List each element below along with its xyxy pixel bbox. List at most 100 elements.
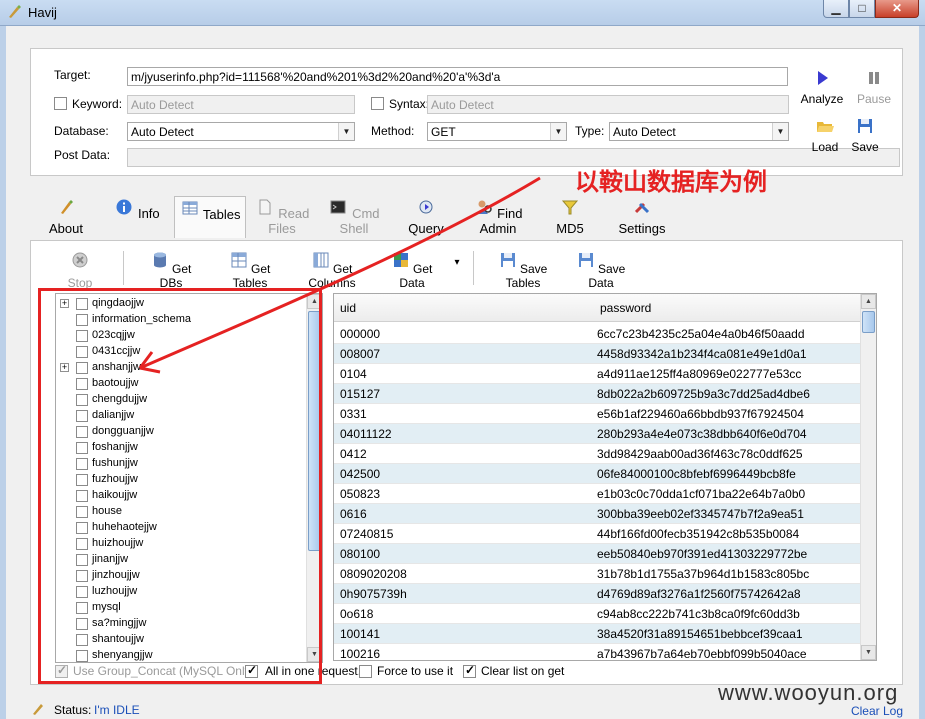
read-files-icon — [259, 199, 271, 215]
table-row[interactable]: 0104 a4d911ae125ff4a80969e022777e53cc — [334, 364, 860, 384]
columns-icon — [313, 252, 329, 268]
toolbar-separator — [473, 251, 474, 285]
table-row[interactable]: 050823 e1b03c0c70dda1cf071ba22e64b7a0b0 — [334, 484, 860, 504]
password-cell: 44bf166fd00fecb351942c8b535b0084 — [597, 527, 800, 541]
uid-cell: 100216 — [340, 647, 381, 661]
password-cell: eeb50840eb970f391ed41303229772be — [597, 547, 808, 561]
column-header-password[interactable]: password — [600, 301, 651, 315]
table-row[interactable]: 000000 6cc7c23b4235c25a04e4a0b46f50aadd — [334, 324, 860, 344]
password-cell: 300bba39eeb02ef3345747b7f2a9ea51 — [597, 507, 804, 521]
scroll-up-icon[interactable]: ▲ — [861, 294, 876, 309]
uid-cell: 04011122 — [340, 427, 392, 441]
uid-cell: 100141 — [340, 627, 381, 641]
table-row[interactable]: 0412 3dd98429aab00ad36f463c78c0ddf625 — [334, 444, 860, 464]
tab-read-files[interactable]: Read Files — [250, 196, 314, 238]
table-row[interactable]: 015127 8db022a2b609725b9a3c7dd25ad4dbe6 — [334, 384, 860, 404]
tab-find-admin[interactable]: Find Admin — [460, 196, 536, 238]
tab-cmd-shell[interactable]: Cmd Shell — [322, 196, 386, 238]
clear-log-link[interactable]: Clear Log — [851, 704, 903, 718]
close-button[interactable]: ✕ — [875, 0, 919, 18]
keyword-input[interactable]: Auto Detect — [127, 95, 355, 114]
database-select[interactable]: Auto Detect ▼ — [127, 122, 355, 141]
uid-cell: 000000 — [340, 327, 381, 341]
database-icon — [153, 252, 166, 268]
tab-tables[interactable]: Tables — [174, 196, 246, 238]
save-label: Save — [851, 140, 879, 154]
tab-label: About — [49, 221, 83, 236]
uid-cell: 0o618 — [340, 607, 374, 621]
save-data-button[interactable]: Save Data — [569, 249, 633, 290]
syntax-input[interactable]: Auto Detect — [427, 95, 789, 114]
uid-cell: 0104 — [340, 367, 367, 381]
title-bar: Havij ▁ □ ✕ — [0, 0, 925, 26]
table-row[interactable]: 0809020208 31b78b1d1755a37b964d1b1583c805… — [334, 564, 860, 584]
tab-md5[interactable]: MD5 — [550, 196, 590, 238]
scroll-thumb[interactable] — [862, 311, 875, 333]
type-select-value: Auto Detect — [613, 125, 676, 139]
method-select[interactable]: GET ▼ — [427, 122, 567, 141]
table-row[interactable]: 100141 38a4520f31a89154651bebbcef39caa1 — [334, 624, 860, 644]
table-grid-icon — [231, 252, 247, 268]
tab-settings[interactable]: Settings — [614, 196, 670, 238]
password-cell: c94ab8cc222b741c3b8ca0f9fc60dd3b — [597, 607, 800, 621]
save-button[interactable]: Save — [845, 117, 885, 154]
clear-list-checkbox[interactable] — [463, 663, 476, 678]
status-value: I'm IDLE — [94, 703, 140, 717]
table-row[interactable]: 080100 eeb50840eb970f391ed41303229772be — [334, 544, 860, 564]
tables-toolbar: Stop Get DBs Get Tables Get Columns Get … — [39, 249, 899, 290]
password-cell: 4458d93342a1b234f4ca081e49e1d0a1 — [597, 347, 807, 361]
keyword-label: Keyword: — [72, 97, 123, 111]
play-icon — [818, 71, 828, 85]
column-header-uid[interactable]: uid — [340, 301, 356, 315]
analyze-button[interactable]: Analyze — [799, 69, 845, 106]
type-select[interactable]: Auto Detect ▼ — [609, 122, 789, 141]
minimize-button[interactable]: ▁ — [823, 0, 849, 18]
tables-icon — [182, 201, 198, 215]
table-row[interactable]: 008007 4458d93342a1b234f4ca081e49e1d0a1 — [334, 344, 860, 364]
keyword-checkbox[interactable] — [54, 97, 67, 110]
about-icon — [61, 200, 73, 214]
syntax-label: Syntax: — [389, 97, 430, 111]
table-row[interactable]: 0616 300bba39eeb02ef3345747b7f2a9ea51 — [334, 504, 860, 524]
load-button[interactable]: Load — [805, 117, 845, 154]
grid-scrollbar[interactable]: ▲ ▼ — [860, 294, 876, 660]
syntax-checkbox[interactable] — [371, 97, 384, 110]
table-row[interactable]: 0331 e56b1af229460a66bbdb937f67924504 — [334, 404, 860, 424]
tab-query[interactable]: Query — [404, 196, 448, 238]
table-row[interactable]: 100216 a7b43967b7a64eb70ebbf099b5040ace — [334, 644, 860, 661]
type-label: Type: — [575, 124, 605, 138]
target-url-input[interactable]: m/jyuserinfo.php?id=111568'%20and%201%3d… — [127, 67, 788, 86]
get-columns-button[interactable]: Get Columns — [293, 249, 371, 290]
find-admin-icon — [475, 200, 492, 214]
force-label: Force to use it — [377, 664, 454, 678]
status-icon — [33, 704, 43, 715]
password-cell: 6cc7c23b4235c25a04e4a0b46f50aadd — [597, 327, 805, 341]
tab-about[interactable]: About — [40, 196, 92, 238]
force-checkbox[interactable] — [359, 665, 372, 678]
scroll-down-icon[interactable]: ▼ — [861, 645, 876, 660]
table-row[interactable]: 07240815 44bf166fd00fecb351942c8b535b0084 — [334, 524, 860, 544]
pause-button[interactable]: Pause — [851, 69, 897, 106]
stop-icon — [72, 252, 88, 268]
get-data-dropdown[interactable]: ▾ — [449, 257, 465, 268]
postdata-input[interactable] — [127, 148, 900, 167]
tab-info[interactable]: Info — [112, 196, 162, 238]
uid-cell: 0809020208 — [340, 567, 407, 581]
chevron-down-icon: ▼ — [550, 123, 566, 140]
database-select-value: Auto Detect — [131, 125, 194, 139]
get-data-button[interactable]: Get Data — [383, 249, 441, 290]
table-row[interactable]: 0o618 c94ab8cc222b741c3b8ca0f9fc60dd3b — [334, 604, 860, 624]
table-row[interactable]: 042500 06fe84000100c8bfebf6996449bcb8fe — [334, 464, 860, 484]
data-icon — [393, 253, 408, 267]
table-row[interactable]: 04011122 280b293a4e4e073c38dbb640f6e0d704 — [334, 424, 860, 444]
save-tables-button[interactable]: Save Tables — [483, 249, 563, 290]
data-grid[interactable]: uid password 000000 6cc7c23b4235c25a04e4a… — [333, 293, 877, 661]
havij-app-icon — [9, 5, 21, 18]
get-tables-button[interactable]: Get Tables — [215, 249, 285, 290]
maximize-button[interactable]: □ — [849, 0, 875, 18]
table-row[interactable]: 0h9075739h d4769d89af3276a1f2560f75742642… — [334, 584, 860, 604]
get-dbs-button[interactable]: Get DBs — [143, 249, 199, 290]
tab-label: MD5 — [556, 221, 584, 236]
uid-cell: 07240815 — [340, 527, 394, 541]
stop-button[interactable]: Stop — [59, 249, 101, 290]
